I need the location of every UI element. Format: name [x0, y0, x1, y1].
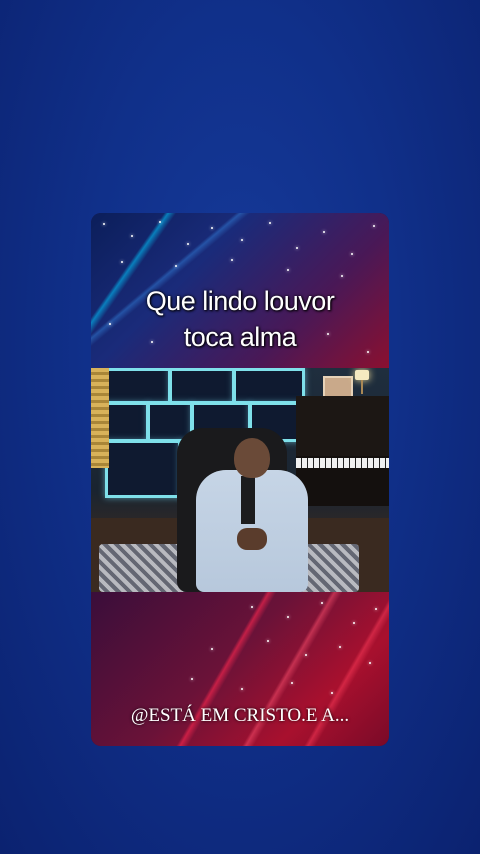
star-sparkle [267, 640, 269, 642]
upright-piano [296, 396, 389, 506]
clasped-hands [237, 528, 267, 550]
star-sparkle [241, 688, 243, 690]
wall-picture [323, 376, 353, 398]
account-watermark: @ESTÁ EM CRISTO.E A... [130, 705, 350, 726]
star-sparkle [323, 231, 325, 233]
video-frame[interactable] [91, 368, 389, 592]
star-sparkle [339, 646, 341, 648]
star-sparkle [287, 616, 289, 618]
star-sparkle [187, 243, 189, 245]
star-sparkle [321, 602, 323, 604]
star-sparkle [305, 654, 307, 656]
star-sparkle [287, 269, 289, 271]
star-sparkle [191, 678, 193, 680]
dark-shirt [241, 476, 255, 524]
star-sparkle [241, 239, 243, 241]
star-sparkle [159, 221, 161, 223]
caption-text: Que lindo louvor toca alma [91, 283, 389, 355]
star-sparkle [131, 235, 133, 237]
star-sparkle [251, 606, 253, 608]
star-sparkle [331, 692, 333, 694]
star-sparkle [291, 682, 293, 684]
star-sparkle [175, 265, 177, 267]
star-sparkle [373, 225, 375, 227]
star-sparkle [121, 261, 123, 263]
video-card[interactable]: Que lindo louvor toca alma @ESTÁ EM CRIS… [91, 213, 389, 746]
star-sparkle [375, 608, 377, 610]
star-sparkle [296, 247, 298, 249]
bowed-head [234, 438, 270, 478]
star-sparkle [369, 662, 371, 664]
star-sparkle [211, 227, 213, 229]
window-shutter [91, 368, 109, 468]
star-sparkle [211, 648, 213, 650]
star-sparkle [341, 275, 343, 277]
star-sparkle [351, 253, 353, 255]
caption-line-1: Que lindo louvor [145, 286, 335, 316]
star-sparkle [269, 222, 271, 224]
star-sparkle [231, 259, 233, 261]
table-lamp [355, 370, 369, 394]
star-sparkle [103, 223, 105, 225]
star-sparkle [353, 622, 355, 624]
caption-line-2: toca alma [183, 322, 297, 352]
